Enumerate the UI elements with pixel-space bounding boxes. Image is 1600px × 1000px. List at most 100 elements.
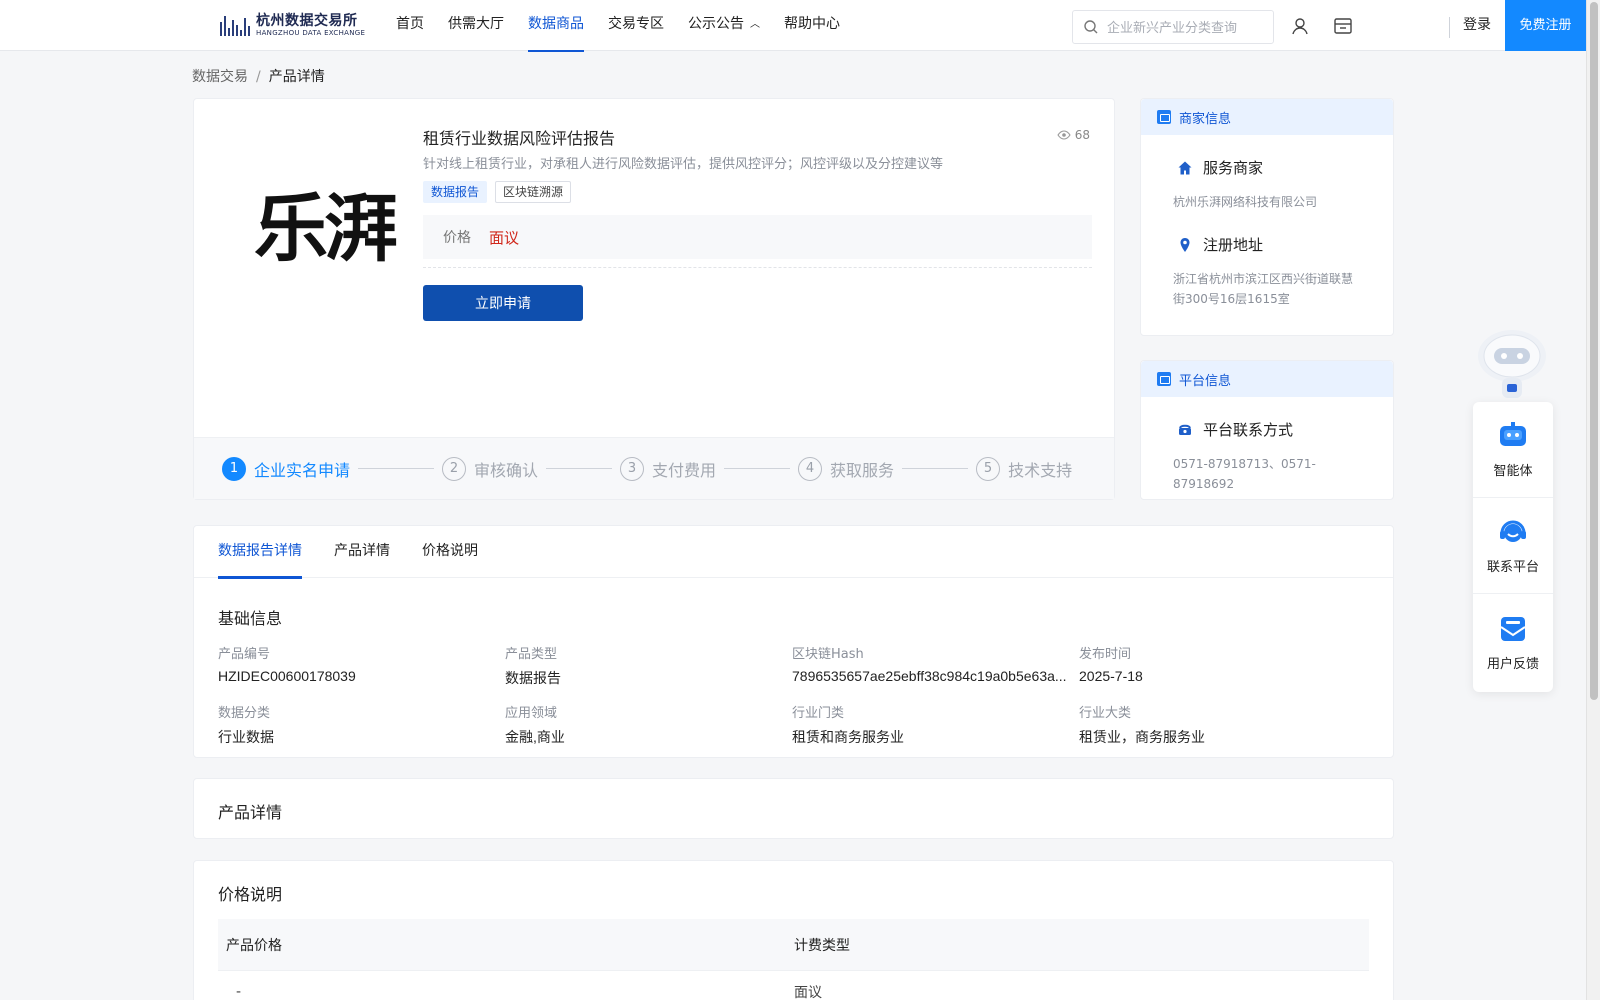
float-feedback[interactable]: 用户反馈 [1473,594,1553,690]
merchant-info-card: 商家信息 服务商家 杭州乐湃网络科技有限公司 注册地址 浙江省杭州市滨江区西兴街… [1140,98,1394,336]
product-description: 针对线上租赁行业，对承租人进行风险数据评估，提供风控评分；风控评级以及分控建议等 [423,157,944,172]
nav-data-products[interactable]: 数据商品 [528,0,584,52]
location-pin-icon [1180,237,1190,252]
info-value: 数据报告 [505,670,561,686]
service-merchant-label: 服务商家 [1203,159,1264,177]
breadcrumb-current: 产品详情 [268,69,325,85]
platform-contact-row: 平台联系方式 [1141,419,1393,440]
price-explanation-title: 价格说明 [218,885,283,904]
step-connector [358,468,435,469]
service-merchant-value: 杭州乐湃网络科技有限公司 [1173,195,1318,209]
merchant-brand-logo: 乐湃 [254,186,398,272]
breadcrumb-separator: / [256,69,261,85]
price-value: 面议 [489,228,520,247]
product-tags: 数据报告 区块链溯源 [423,181,572,203]
breadcrumb-root[interactable]: 数据交易 [192,69,248,85]
tag-blockchain: 区块链溯源 [495,181,572,203]
table-cell: - [236,984,242,1000]
breadcrumb: 数据交易 / 产品详情 [192,66,325,86]
nav-trade-zone[interactable]: 交易专区 [608,0,664,51]
store-icon[interactable] [1333,16,1353,36]
step-number: 1 [222,456,246,481]
info-value: HZIDEC00600178039 [218,668,356,684]
info-key: 产品类型 [505,647,558,662]
product-title: 租赁行业数据风险评估报告 [423,129,616,148]
login-link[interactable]: 登录 [1463,0,1491,51]
view-count-value: 68 [1074,128,1090,142]
nav-home[interactable]: 首页 [396,0,424,51]
nav-help-center[interactable]: 帮助中心 [784,0,840,51]
platform-info-header: 平台信息 [1141,361,1393,397]
step-label: 审核确认 [474,460,539,480]
info-value: 租赁和商务服务业 [792,729,904,745]
nav-announcements-label: 公示公告 [688,16,744,32]
platform-contact-label: 平台联系方式 [1203,421,1294,439]
step-number: 4 [798,456,823,481]
details-tabs-card: 数据报告详情 产品详情 价格说明 基础信息 产品编号 HZIDEC00600178… [193,525,1394,758]
phone-icon [1179,424,1191,435]
float-feedback-label: 用户反馈 [1486,656,1539,672]
scrollbar-thumb[interactable] [1590,2,1598,700]
feedback-mail-icon [1500,616,1526,641]
table-cell: 面议 [794,985,822,1000]
apply-now-button[interactable]: 立即申请 [423,285,583,321]
site-logo[interactable]: 杭州数据交易所 HANGZHOU DATA EXCHANGE [220,10,365,40]
step-number: 3 [620,456,645,481]
tag-data-report: 数据报告 [423,181,488,203]
price-box: 价格 面议 [423,215,1092,259]
column-header: 计费类型 [794,937,850,954]
price-divider [423,267,1092,268]
register-button[interactable]: 免费注册 [1505,0,1586,51]
search-input[interactable] [1107,19,1267,35]
step-label: 技术支持 [1008,460,1073,480]
main-nav: 首页 供需大厅 数据商品 交易专区 公示公告 ︿ 帮助中心 [396,0,864,52]
basic-info-title: 基础信息 [218,609,283,628]
float-agent[interactable]: 智能体 [1473,402,1553,498]
product-card: 乐湃 租赁行业数据风险评估报告 68 针对线上租赁行业，对承租人进行风险数据评估… [193,98,1115,500]
top-header: 杭州数据交易所 HANGZHOU DATA EXCHANGE 首页 供需大厅 数… [0,0,1586,52]
headset-icon [1500,520,1526,542]
nav-supply-demand[interactable]: 供需大厅 [448,0,504,51]
view-count: 68 [1057,128,1090,142]
address-row: 注册地址 [1141,234,1393,255]
info-industry-section: 行业门类 租赁和商务服务业 [792,702,1079,747]
platform-contact-value: 0571-87918713、0571-87918692 [1173,457,1316,491]
step-1: 1 企业实名申请 [222,456,350,481]
price-explanation-section: 价格说明 产品价格 计费类型 - 面议 [193,860,1394,1000]
platform-icon [1157,372,1171,386]
price-table: 产品价格 计费类型 - 面议 [218,919,1369,1000]
float-contact-label: 联系平台 [1486,560,1539,575]
header-divider [1449,17,1450,38]
robot-assistant-icon[interactable] [1474,326,1550,402]
table-row: - 面议 [218,971,1369,1000]
step-connector [902,468,969,469]
user-icon[interactable] [1290,16,1310,36]
price-table-header: 产品价格 计费类型 [218,919,1369,971]
address-label: 注册地址 [1203,236,1264,254]
info-key: 产品编号 [218,647,271,662]
merchant-info-header: 商家信息 [1141,99,1393,135]
tab-report-details[interactable]: 数据报告详情 [218,526,302,579]
info-key: 区块链Hash [792,647,864,662]
step-number: 2 [442,456,467,481]
tab-product-details[interactable]: 产品详情 [334,526,390,578]
chevron-up-icon: ︿ [750,19,760,30]
price-label: 价格 [443,230,471,246]
info-value: 7896535657ae25ebff38c984c19a0b5e63a... [792,668,1067,684]
logo-name-cn: 杭州数据交易所 [256,12,358,29]
address-value: 浙江省杭州市滨江区西兴街道联慧街300号16层1615室 [1173,272,1354,306]
float-contact-platform[interactable]: 联系平台 [1473,498,1553,594]
page-scrollbar[interactable] [1586,0,1600,1000]
info-value: 租赁业，商务服务业 [1079,729,1205,745]
step-5: 5 技术支持 [976,456,1073,481]
nav-announcements[interactable]: 公示公告 ︿ [688,0,760,51]
product-details-title: 产品详情 [218,803,283,822]
info-blockchain-hash: 区块链Hash 7896535657ae25ebff38c984c19a0b5e6… [792,643,1079,688]
column-header: 产品价格 [226,937,282,954]
tab-price-explanation[interactable]: 价格说明 [422,526,478,578]
process-steps: 1 企业实名申请 2 审核确认 3 支付费用 4 获取服务 5 技术支持 [194,437,1114,499]
info-application-field: 应用领域 金融,商业 [505,702,792,747]
search-box[interactable] [1072,10,1274,44]
eye-icon [1057,130,1071,140]
info-value: 金融,商业 [505,729,565,745]
